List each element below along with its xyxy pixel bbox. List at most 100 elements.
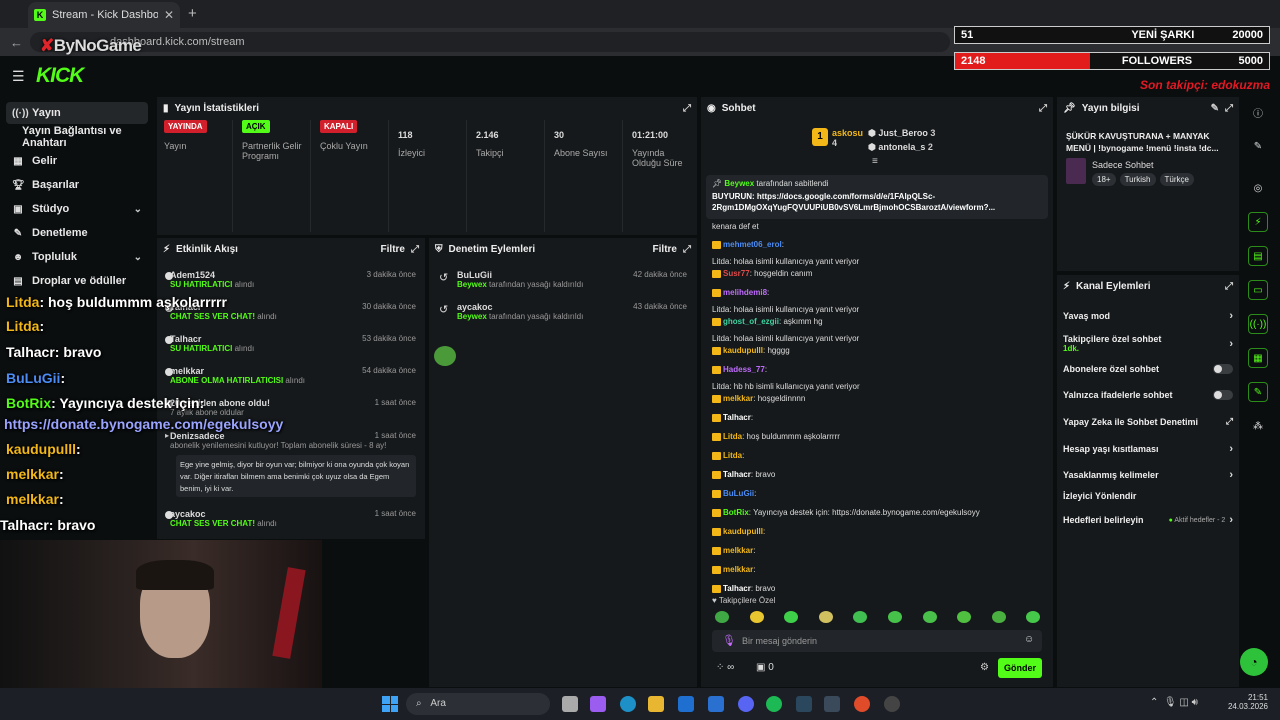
chat-message[interactable]: BotRix: Yayıncıya destek için: https://d…: [712, 508, 980, 517]
back-icon[interactable]: ←: [10, 35, 23, 50]
tag[interactable]: 18+: [1092, 173, 1116, 186]
copilot-icon[interactable]: [590, 696, 606, 712]
emote-shortcut[interactable]: [888, 611, 902, 623]
url-field[interactable]: dashboard.kick.com/stream: [30, 32, 950, 52]
chat-input[interactable]: Bir mesaj gönderin: [712, 630, 1042, 652]
send-button[interactable]: Gönder: [998, 658, 1042, 678]
mic-icon[interactable]: 🎙︎: [722, 634, 736, 647]
sidebar-item-yayin[interactable]: ((·)) Yayın: [6, 102, 148, 124]
task-view-icon[interactable]: [562, 696, 578, 712]
emoji-icon[interactable]: ☺: [1024, 634, 1034, 645]
mod-actor: Beywex: [457, 280, 487, 289]
sidebar-item-basarilar[interactable]: 🏆︎ Başarılar: [6, 174, 148, 196]
expand-icon[interactable]: ⤢: [683, 103, 691, 114]
sidebar-item-topluluk[interactable]: ☻ Topluluk ⌄: [6, 246, 148, 268]
chat-message[interactable]: kenara def et: [712, 222, 759, 231]
chat-rail-icon[interactable]: ▭: [1248, 280, 1268, 300]
sidebar-item-stream-key[interactable]: Yayın Bağlantısı ve Anahtarı: [16, 125, 158, 149]
shield-rail-icon[interactable]: ▦: [1248, 348, 1268, 368]
sidebar-item-gelir[interactable]: ▦ Gelir: [6, 150, 148, 172]
expand-icon[interactable]: ⤢: [1039, 103, 1047, 114]
channel-action-item[interactable]: Hedefleri belirleyin ● Aktif hedefler - 2…: [1063, 514, 1233, 526]
sidebar-item-denetleme[interactable]: ✎ Denetleme: [6, 222, 148, 244]
chat-message[interactable]: melkkar:: [712, 546, 755, 555]
sidebar-item-studyo[interactable]: ▣ Stüdyo ⌄: [6, 198, 148, 220]
explorer-icon[interactable]: [648, 696, 664, 712]
hamburger-menu-icon[interactable]: ☰: [12, 68, 25, 85]
kick-logo[interactable]: KICK: [36, 64, 84, 88]
wrench-rail-icon[interactable]: ✎: [1248, 382, 1268, 402]
app-icon[interactable]: [824, 696, 840, 712]
expand-icon[interactable]: ⤢: [683, 244, 691, 255]
chat-message[interactable]: kaudupulll:: [712, 527, 765, 536]
chat-message[interactable]: Talhacr:: [712, 413, 753, 422]
activity-reward: CHAT SES VER CHAT!: [170, 312, 256, 321]
windows-start-icon[interactable]: [382, 696, 398, 712]
spotify-icon[interactable]: [766, 696, 782, 712]
emote-shortcut[interactable]: [922, 611, 937, 623]
pinned-text[interactable]: BUYURUN: https://docs.google.com/forms/d…: [712, 191, 1042, 213]
edge-icon[interactable]: [620, 696, 636, 712]
channel-action-item[interactable]: Hesap yaşı kısıtlaması ›: [1063, 443, 1233, 455]
pen-icon[interactable]: ✎: [1248, 136, 1268, 156]
channel-action-item[interactable]: Yasaklanmış kelimeler ›: [1063, 469, 1233, 481]
chat-message[interactable]: Hadess_77:: [712, 365, 767, 374]
emote-shortcut[interactable]: [991, 611, 1006, 623]
info-icon[interactable]: ⓘ: [1248, 102, 1268, 122]
channel-action-item[interactable]: Yapay Zeka ile Sohbet Denetimi ⤢: [1063, 416, 1233, 427]
emote-shortcut[interactable]: [749, 611, 764, 623]
chat-message[interactable]: ghost_of_ezgii: aşkımm hg: [712, 317, 823, 326]
new-tab-icon[interactable]: +: [188, 5, 197, 22]
tag[interactable]: Turkish: [1119, 173, 1156, 186]
category-name[interactable]: Sadece Sohbet: [1092, 160, 1154, 170]
emote-shortcut[interactable]: [715, 611, 729, 623]
support-chat-button[interactable]: ◔: [1240, 648, 1268, 676]
sidebar-item-droplar[interactable]: ▤ Droplar ve ödüller: [6, 270, 148, 292]
expand-icon[interactable]: ⤢: [1225, 103, 1233, 114]
browser-tab[interactable]: K Stream - Kick Dashboard ✕: [28, 2, 180, 28]
chrome-icon[interactable]: [854, 696, 870, 712]
chat-message[interactable]: melihdemi8:: [712, 288, 769, 297]
channel-action-item[interactable]: Yavaş mod ›: [1063, 310, 1233, 322]
overlay-chat-text: :: [76, 441, 81, 457]
collapse-icon[interactable]: ≡: [872, 156, 878, 167]
taskbar-search[interactable]: ⌕ Ara: [406, 693, 550, 715]
chat-message[interactable]: Talhacr: bravo: [712, 584, 775, 593]
toggle-switch[interactable]: [1213, 390, 1233, 400]
channel-action-item[interactable]: Yalnızca ifadelerle sohbet: [1063, 390, 1233, 400]
doc-rail-icon[interactable]: ▤: [1248, 246, 1268, 266]
chat-message[interactable]: mehmet06_erol:: [712, 240, 784, 249]
channel-action-item[interactable]: İzleyici Yönlendir: [1063, 491, 1233, 501]
songs-left: 51: [961, 29, 974, 41]
discord-icon[interactable]: [738, 696, 754, 712]
obs-icon[interactable]: [884, 696, 900, 712]
chat-message[interactable]: Litda: hoş buldummm aşkolarrrrr: [712, 432, 840, 441]
filter-button[interactable]: Filtre: [653, 244, 677, 255]
tray-icons[interactable]: ⌃ 🎙︎ ◫ 🔊︎: [1150, 697, 1198, 708]
expand-icon[interactable]: ⤢: [1225, 281, 1233, 292]
chat-message[interactable]: BuLuGii:: [712, 489, 756, 498]
broadcast-rail-icon[interactable]: ((·)): [1248, 314, 1268, 334]
toggle-switch[interactable]: [1213, 364, 1233, 374]
mail-icon[interactable]: [708, 696, 724, 712]
bolt-rail-icon[interactable]: ⚡︎: [1248, 212, 1268, 232]
tag[interactable]: Türkçe: [1159, 173, 1194, 186]
emote-shortcut[interactable]: [818, 611, 833, 623]
chat-message[interactable]: Susr77: hoşgeldin canım: [712, 269, 812, 278]
steam-icon[interactable]: [796, 696, 812, 712]
edit-icon[interactable]: ✎: [1211, 103, 1219, 114]
chat-message[interactable]: kaudupulll: hgggg: [712, 346, 790, 355]
filter-button[interactable]: Filtre: [381, 244, 405, 255]
chat-message[interactable]: Litda:: [712, 451, 744, 460]
camera-icon[interactable]: ◎: [1248, 178, 1268, 198]
store-icon[interactable]: [678, 696, 694, 712]
chat-message[interactable]: Talhacr: bravo: [712, 470, 775, 479]
channel-action-item[interactable]: Takipçilere özel sohbet 1dk. ›: [1063, 334, 1233, 353]
channel-action-item[interactable]: Abonelere özel sohbet: [1063, 364, 1233, 374]
close-tab-icon[interactable]: ✕: [164, 8, 174, 22]
chat-message[interactable]: melkkar: hoşgeldinnnn: [712, 394, 805, 403]
people-rail-icon[interactable]: ⁂: [1248, 416, 1268, 436]
settings-gear-icon[interactable]: ⚙︎: [980, 662, 989, 673]
expand-icon[interactable]: ⤢: [411, 244, 419, 255]
chat-message[interactable]: melkkar:: [712, 565, 755, 574]
